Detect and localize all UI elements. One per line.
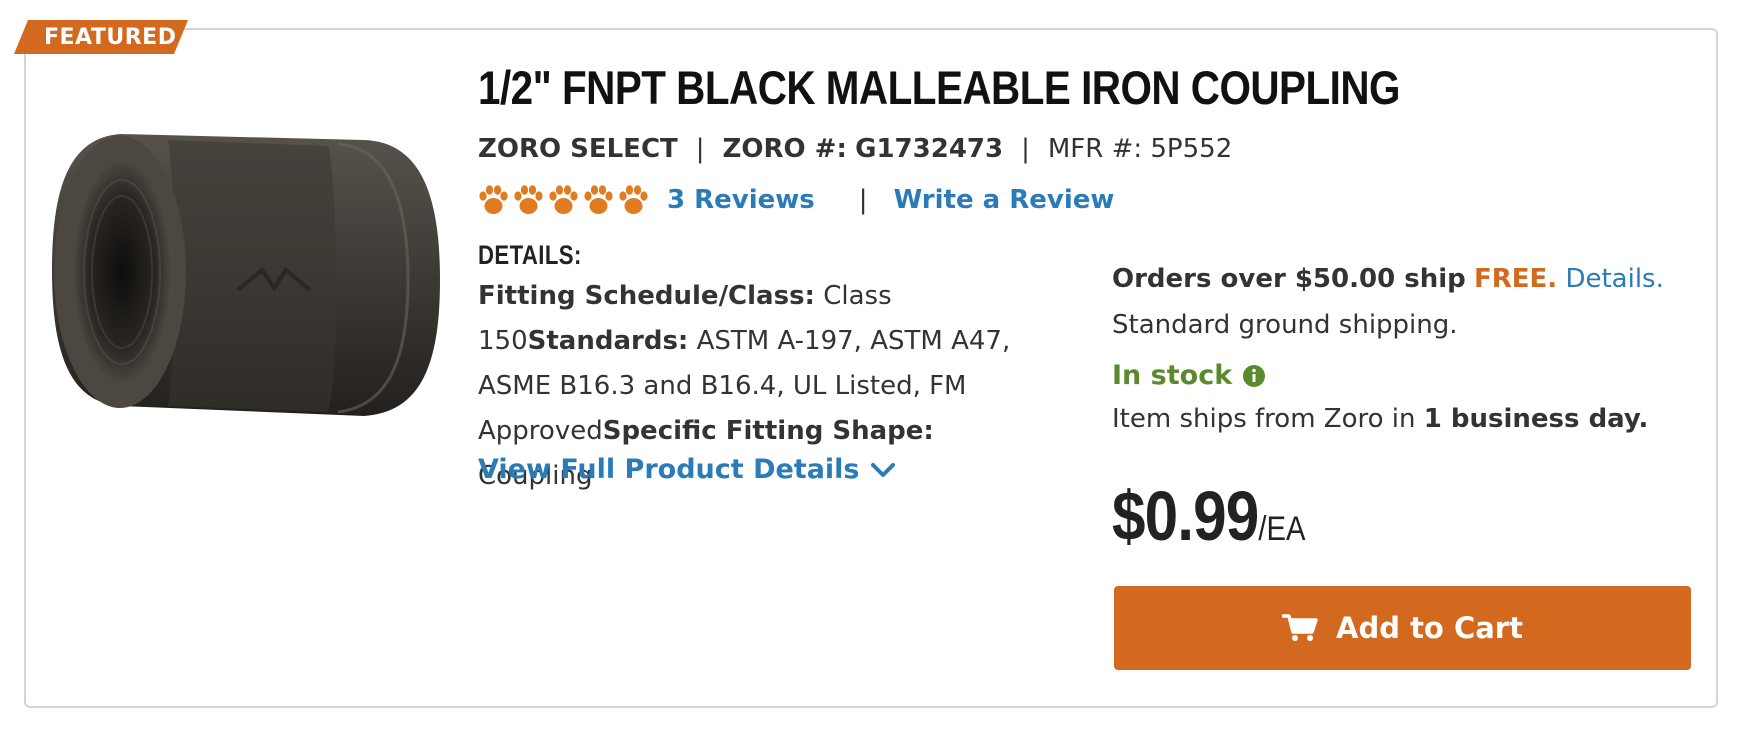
add-to-cart-button[interactable]: Add to Cart [1114, 586, 1691, 670]
reviews-link[interactable]: 3 Reviews [667, 185, 815, 215]
ship-time-value: 1 business day. [1423, 404, 1649, 434]
price: $0.99/EA [1112, 476, 1305, 556]
shipping-details-link[interactable]: Details. [1565, 264, 1663, 294]
detail-label: Specific Fitting Shape: [602, 416, 934, 446]
zoro-number-label: ZORO #: [722, 134, 847, 164]
ship-time-prefix: Item ships from Zoro in [1112, 404, 1424, 434]
detail-label: Standards: [527, 326, 689, 356]
paw-rating-icon [479, 185, 508, 214]
mfr-number: 5P552 [1150, 134, 1233, 164]
price-unit: /EA [1258, 510, 1306, 548]
stock-status-label: In stock [1112, 360, 1233, 391]
zoro-number: G1732473 [855, 134, 1004, 164]
chevron-down-icon [870, 462, 895, 477]
divider: | [858, 185, 868, 215]
stock-status: In stock [1112, 360, 1266, 391]
product-title[interactable]: 1/2" FNPT BLACK MALLEABLE IRON COUPLING [478, 60, 1400, 116]
shopping-cart-icon [1282, 614, 1318, 641]
mfr-number-label: MFR #: [1047, 134, 1143, 164]
product-meta: ZORO SELECT | ZORO #: G1732473 | MFR #: 5P55… [478, 134, 1233, 164]
price-value: $0.99 [1112, 477, 1259, 555]
rating-paws[interactable] [478, 184, 649, 216]
detail-label: Fitting Schedule/Class: [478, 281, 815, 311]
product-image[interactable] [48, 120, 448, 440]
shipping-offer-text: Orders over $50.00 ship [1112, 264, 1466, 294]
write-review-link[interactable]: Write a Review [894, 185, 1115, 215]
featured-badge-label: FEATURED [44, 25, 177, 50]
add-to-cart-label: Add to Cart [1336, 611, 1523, 645]
details-heading: DETAILS: [478, 240, 582, 270]
featured-badge: FEATURED [14, 20, 194, 54]
free-shipping-label: FREE. [1474, 264, 1558, 294]
paw-rating-icon [619, 185, 648, 214]
info-icon[interactable] [1242, 364, 1266, 388]
pipe-coupling-photo-icon [52, 134, 440, 416]
view-full-details-link[interactable]: View Full Product Details [478, 454, 896, 485]
paw-rating-icon [584, 185, 613, 214]
paw-rating-icon [549, 185, 578, 214]
view-full-details-label[interactable]: View Full Product Details [478, 454, 860, 485]
shipping-offer: Orders over $50.00 ship FREE. Details. [1112, 264, 1664, 294]
brand-label: ZORO SELECT [478, 134, 678, 164]
shipping-method: Standard ground shipping. [1112, 310, 1458, 340]
ship-time: Item ships from Zoro in 1 business day. [1112, 404, 1648, 434]
paw-rating-icon [514, 185, 543, 214]
rating-row: 3 Reviews | Write a Review [478, 182, 1114, 218]
